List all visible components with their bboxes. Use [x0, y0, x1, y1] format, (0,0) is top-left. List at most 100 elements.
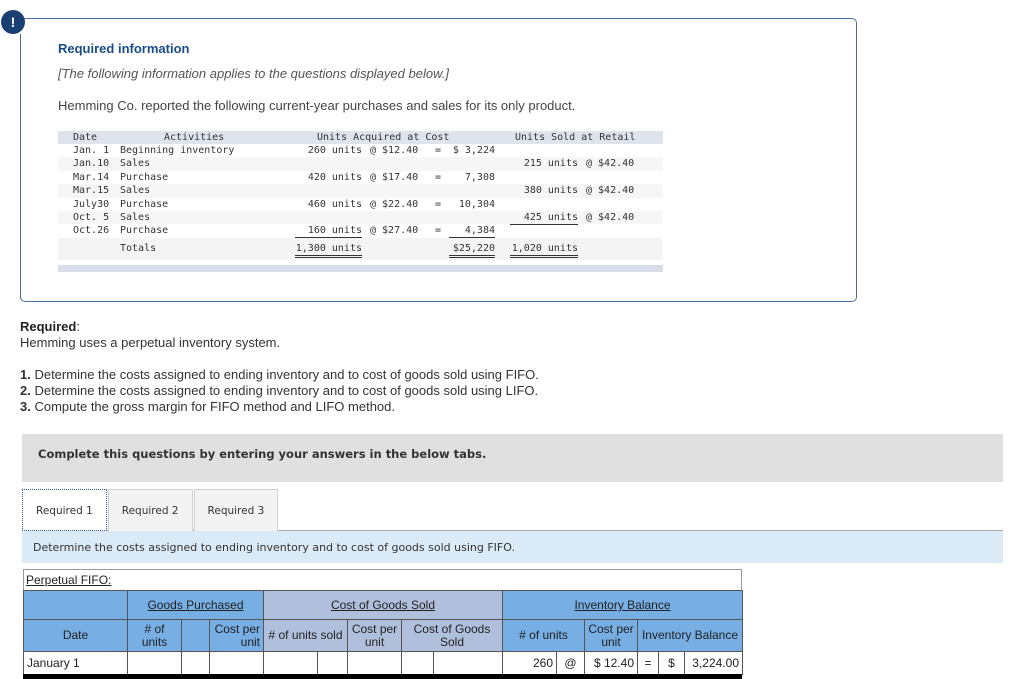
row-date: January 1 [23, 651, 128, 675]
row-acquired-total: $ 3,224 [452, 145, 495, 156]
col-purchased-cost: Cost per unit [209, 619, 264, 652]
row-acquired-units: 420 units [307, 171, 362, 183]
step-2: 2. Determine the costs assigned to endin… [20, 383, 539, 398]
step-1: 1. Determine the costs assigned to endin… [20, 367, 539, 382]
row-acquired-total: 10,304 [458, 198, 495, 210]
row-sold-units: 380 units [523, 185, 578, 197]
banner-text: Complete this questions by entering your… [38, 447, 487, 461]
table-row: Oct.26 Purchase 160 units @ $27.40 = 4,384 [58, 224, 663, 239]
row-sold-units [510, 224, 578, 226]
group-cost-of-goods-sold: Cost of Goods Sold [330, 598, 436, 612]
totals-label: Totals [120, 242, 157, 254]
row-activity: Beginning inventory [120, 145, 235, 156]
dollar-sign: $ [658, 651, 685, 675]
required-tabs: Required 1 Required 2 Required 3 [22, 489, 279, 531]
table-row: July30 Purchase 460 units @ $22.40 = 10,304 [58, 198, 663, 211]
group-header-row: Goods Purchased Cost of Goods Sold Inven… [23, 590, 743, 620]
step-3: 3. Compute the gross margin for FIFO met… [20, 399, 396, 414]
table-header-row: Date Activities Units Acquired at Cost U… [58, 131, 663, 144]
sold-cost-input[interactable] [347, 651, 402, 675]
required-system: Hemming uses a perpetual inventory syste… [20, 335, 281, 350]
row-sold-price: @ $42.40 [586, 211, 635, 223]
tab-required-1[interactable]: Required 1 [22, 489, 107, 531]
col-purchased-units: # of units [127, 619, 182, 652]
perpetual-fifo-title: Perpetual FIFO: [26, 573, 112, 587]
table-row: Oct. 5 Sales 425 units @ $42.40 [58, 210, 663, 225]
tab-required-2[interactable]: Required 2 [107, 489, 193, 531]
col-cogs: Cost of Goods Sold [401, 619, 503, 652]
col-balance-units: # of units [502, 619, 585, 652]
row-date: Mar.15 [73, 185, 110, 197]
row-acquired-total: 7,308 [464, 171, 495, 183]
totals-acquired-cost: $25,220 [449, 242, 495, 258]
table-row: Mar.14 Purchase 420 units @ $17.40 = 7,308 [58, 171, 663, 184]
column-header-row: Date # of units Cost per unit # of units… [23, 619, 743, 652]
row-acquired-cost: @ $12.40 [370, 145, 419, 156]
col-sold-cost: Cost per unit [347, 619, 402, 652]
row-acquired-cost: @ $27.40 [370, 225, 419, 237]
totals-row: Totals 1,300 units $25,220 1,020 units [58, 237, 663, 260]
row-activity: Purchase [120, 198, 169, 210]
at-sign: @ [556, 651, 585, 675]
table-row: Jan.10 Sales 215 units @ $42.40 [58, 157, 663, 171]
group-goods-purchased: Goods Purchased [147, 598, 244, 612]
row-equals: = [435, 198, 442, 210]
row-date: Jan. 1 [73, 145, 110, 156]
row-sold-units: 215 units [523, 158, 578, 170]
row-date: Mar.14 [73, 171, 110, 183]
row-acquired-cost: @ $17.40 [370, 171, 419, 183]
row-activity: Purchase [120, 225, 169, 237]
row-equals: = [435, 171, 442, 183]
balance-cost: $ 12.40 [584, 651, 638, 675]
tab-instruction-bar: Determine the costs assigned to ending i… [22, 531, 1003, 563]
row-date: Jan.10 [73, 158, 110, 170]
table-row: Jan. 1 Beginning inventory 260 units @ $12.… [58, 144, 663, 157]
row-acquired-total: 4,384 [449, 224, 495, 239]
purchased-units-input[interactable] [127, 651, 182, 675]
row-acquired-units: 260 units [307, 145, 362, 156]
header-units-sold: Units Sold at Retail [515, 132, 636, 143]
table-row: Mar.15 Sales 380 units @ $42.40 [58, 184, 663, 198]
row-sold-price: @ $42.40 [586, 158, 635, 170]
row-acquired-units: 460 units [307, 198, 362, 210]
row-activity: Sales [120, 185, 151, 197]
tab-required-3[interactable]: Required 3 [193, 489, 279, 531]
info-note: [The following information applies to th… [58, 66, 449, 81]
col-balance-cost: Cost per unit [584, 619, 638, 652]
header-date: Date [73, 132, 98, 143]
purchases-sales-table: Date Activities Units Acquired at Cost U… [58, 131, 663, 260]
row-equals: = [435, 225, 442, 237]
row-sold-units: 425 units [523, 211, 578, 223]
row-activity: Sales [120, 211, 151, 223]
row-date: Oct.26 [73, 225, 110, 237]
row-acquired-units: 160 units [295, 224, 362, 239]
perpetual-fifo-table: Goods Purchased Cost of Goods Sold Inven… [23, 590, 743, 675]
row-equals: = [435, 145, 442, 156]
balance-total: 3,224.00 [684, 651, 743, 675]
totals-sold-units: 1,020 units [510, 242, 578, 258]
cogs-input[interactable] [433, 651, 503, 675]
row-acquired-cost: @ $22.40 [370, 198, 419, 210]
tab-instruction: Determine the costs assigned to ending i… [33, 541, 515, 554]
row-sold-price: @ $42.40 [586, 185, 635, 197]
required-section: Required: Hemming uses a perpetual inven… [20, 319, 281, 350]
col-sold-units: # of units sold [263, 619, 348, 652]
sold-units-input[interactable] [263, 651, 318, 675]
row-date: Oct. 5 [73, 211, 110, 223]
purchased-cost-input[interactable] [209, 651, 264, 675]
instructions-banner: Complete this questions by entering your… [22, 434, 1003, 482]
row-date: July30 [73, 198, 110, 210]
header-units-acquired: Units Acquired at Cost [317, 132, 450, 143]
row-activity: Sales [120, 158, 151, 170]
table-row: January 1 260 @ $ 12.40 = $ 3,224.00 [23, 651, 743, 675]
info-intro: Hemming Co. reported the following curre… [58, 98, 576, 113]
col-balance-total: Inventory Balance [637, 619, 743, 652]
balance-units: 260 [502, 651, 557, 675]
group-inventory-balance: Inventory Balance [574, 598, 671, 612]
header-activities: Activities [164, 132, 225, 143]
table-footer-bar [58, 265, 663, 272]
equals-sign: = [637, 651, 659, 675]
row-activity: Purchase [120, 171, 169, 183]
required-information-title: Required information [58, 41, 190, 56]
totals-acquired-units: 1,300 units [295, 242, 362, 258]
